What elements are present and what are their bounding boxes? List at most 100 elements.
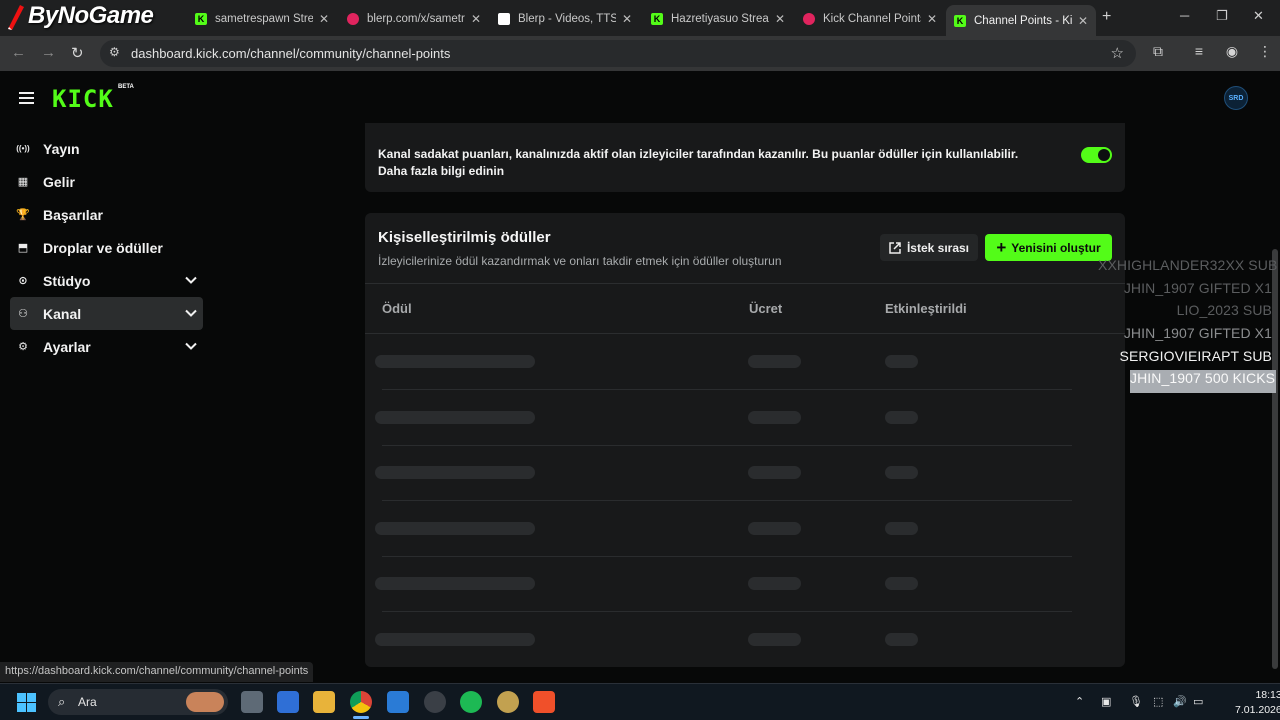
battery-icon[interactable]: ▭ bbox=[1193, 695, 1203, 708]
tray-app-icon[interactable]: ▣ bbox=[1101, 695, 1111, 708]
extensions-icon[interactable]: ⧉ bbox=[1149, 43, 1167, 61]
back-button[interactable]: ← bbox=[11, 44, 26, 61]
loyalty-info-text: Kanal sadakat puanları, kanalınızda akti… bbox=[378, 146, 1018, 180]
league-icon[interactable] bbox=[497, 691, 519, 713]
custom-rewards-card: Kişiselleştirilmiş ödüller İzleyicilerin… bbox=[365, 213, 1125, 667]
loyalty-info-card: Kanal sadakat puanları, kanalınızda akti… bbox=[365, 123, 1125, 192]
enabled-placeholder bbox=[885, 521, 918, 535]
watermark: ByNoGame bbox=[4, 2, 154, 31]
browser-tab[interactable]: Kick Channel Points | ✕ bbox=[795, 5, 945, 32]
profile-icon[interactable]: ◉ bbox=[1223, 43, 1241, 61]
browser-tab[interactable]: Ksametrespawn Stream ✕ bbox=[187, 5, 337, 32]
tab-title: Channel Points - Kick bbox=[974, 14, 1072, 27]
browser-tab[interactable]: blerp.com/x/sametre ✕ bbox=[339, 5, 489, 32]
forward-button[interactable]: → bbox=[41, 44, 56, 61]
media-control-icon[interactable]: ≡ bbox=[1190, 43, 1208, 61]
cost-placeholder bbox=[748, 633, 801, 646]
stream-events-overlay: XXHIGHLANDER32XX SUB JHIN_1907 GIFTED X1 L… bbox=[1098, 257, 1277, 394]
photos-icon[interactable] bbox=[387, 691, 409, 713]
learn-more-link[interactable]: Daha fazla bilgi edinin bbox=[378, 163, 1018, 180]
hamburger-menu-icon[interactable] bbox=[19, 92, 34, 104]
drops-icon: ⬒ bbox=[17, 242, 29, 254]
cost-placeholder bbox=[748, 521, 801, 535]
close-tab-icon[interactable]: ✕ bbox=[319, 12, 329, 26]
request-queue-button[interactable]: İstek sırası bbox=[880, 234, 978, 261]
volume-icon[interactable]: 🔊 bbox=[1173, 695, 1187, 708]
site-info-icon[interactable]: ⚙ bbox=[109, 45, 120, 59]
sidebar-item-broadcast[interactable]: ((•)) Yayın bbox=[10, 132, 203, 165]
omnibox[interactable]: ⚙ dashboard.kick.com/channel/community/c… bbox=[100, 40, 1136, 67]
menu-kebab-icon[interactable]: ⋮ bbox=[1256, 43, 1274, 61]
kick-logo[interactable]: KICK bbox=[52, 85, 114, 113]
sidebar-item-channel[interactable]: ⚇ Kanal bbox=[10, 297, 203, 330]
microphone-icon[interactable]: 🎙 bbox=[1129, 695, 1143, 708]
broadcast-icon: ((•)) bbox=[16, 144, 30, 153]
browser-tab[interactable]: K Hazretiyasuo Stream ✕ bbox=[643, 5, 793, 32]
bookmark-star-icon[interactable]: ☆ bbox=[1111, 44, 1124, 62]
enabled-placeholder bbox=[885, 577, 918, 591]
sidebar-item-drops[interactable]: ⬒ Droplar ve ödüller bbox=[10, 231, 203, 264]
overlay-event: JHIN_1907 500 KICKS bbox=[1130, 370, 1276, 394]
cost-placeholder bbox=[748, 355, 801, 368]
restore-button[interactable]: ❐ bbox=[1216, 8, 1228, 24]
reload-button[interactable]: ↻ bbox=[71, 44, 84, 62]
close-tab-icon[interactable]: ✕ bbox=[775, 12, 785, 26]
enabled-placeholder bbox=[885, 633, 918, 646]
enabled-placeholder bbox=[885, 466, 918, 480]
windows-start-icon[interactable] bbox=[17, 693, 36, 712]
table-row bbox=[365, 391, 1125, 447]
avatar[interactable]: SRD bbox=[1224, 86, 1248, 110]
reward-placeholder bbox=[375, 633, 535, 646]
overlay-event: JHIN_1907 GIFTED X1 bbox=[1123, 279, 1272, 296]
browser-tab[interactable]: K Channel Points - Kick ✕ bbox=[946, 5, 1096, 36]
file-explorer-icon[interactable] bbox=[313, 691, 335, 713]
sidebar-nav: ((•)) Yayın ▦ Gelir 🏆 Başarılar ⬒ Droplar ve öd… bbox=[10, 132, 203, 363]
divider bbox=[365, 283, 1125, 284]
sidebar-item-label: Ayarlar bbox=[43, 338, 91, 355]
brave-icon[interactable] bbox=[533, 691, 555, 713]
sidebar-item-label: Yayın bbox=[43, 140, 80, 157]
sidebar-item-revenue[interactable]: ▦ Gelir bbox=[10, 165, 203, 198]
column-header-enabled: Etkinleştirildi bbox=[885, 301, 967, 316]
reward-placeholder bbox=[375, 410, 535, 424]
sidebar-item-trophy[interactable]: 🏆 Başarılar bbox=[10, 198, 203, 231]
sidebar-item-label: Kanal bbox=[43, 305, 82, 322]
sidebar-item-label: Stüdyo bbox=[43, 272, 91, 289]
tab-title: Kick Channel Points | bbox=[823, 12, 921, 25]
close-tab-icon[interactable]: ✕ bbox=[927, 12, 937, 26]
chevron-down-icon[interactable] bbox=[185, 307, 197, 319]
store-icon[interactable] bbox=[277, 691, 299, 713]
blerp-icon bbox=[803, 12, 815, 25]
minimize-button[interactable]: ─ bbox=[1180, 8, 1189, 23]
system-clock[interactable]: 18:13 7.01.2026 bbox=[1235, 688, 1280, 718]
display-icon[interactable]: ⬚ bbox=[1153, 695, 1163, 708]
column-header-cost: Ücret bbox=[749, 301, 783, 316]
close-tab-icon[interactable]: ✕ bbox=[471, 12, 481, 26]
revenue-icon: ▦ bbox=[17, 176, 29, 188]
channel-points-toggle[interactable] bbox=[1081, 147, 1112, 163]
chrome-icon[interactable] bbox=[350, 691, 372, 719]
close-window-button[interactable]: ✕ bbox=[1253, 8, 1264, 24]
chevron-down-icon[interactable] bbox=[185, 274, 197, 286]
create-new-reward-button[interactable]: + Yenisini oluştur bbox=[985, 234, 1112, 261]
close-tab-icon[interactable]: ✕ bbox=[622, 12, 632, 26]
task-view-icon[interactable] bbox=[241, 691, 263, 713]
taskbar-search[interactable]: ⌕ Ara bbox=[48, 689, 228, 715]
new-tab-button[interactable]: + bbox=[1102, 8, 1111, 26]
url-text[interactable]: dashboard.kick.com/channel/community/cha… bbox=[131, 46, 450, 61]
channel-icon: ⚇ bbox=[18, 308, 28, 320]
browser-tab[interactable]: Blerp - Videos, TTS, M ✕ bbox=[490, 5, 640, 32]
chevron-down-icon[interactable] bbox=[185, 340, 197, 352]
kick-icon: K bbox=[651, 12, 663, 25]
beta-badge: BETA bbox=[118, 84, 134, 90]
tray-chevron-icon[interactable]: ⌃ bbox=[1075, 695, 1084, 708]
sidebar-item-settings[interactable]: ⚙ Ayarlar bbox=[10, 330, 203, 363]
spotify-icon[interactable] bbox=[460, 691, 482, 713]
trophy-icon: 🏆 bbox=[16, 209, 30, 221]
sidebar-item-studio[interactable]: ⊙ Stüdyo bbox=[10, 264, 203, 297]
obs-icon[interactable] bbox=[424, 691, 446, 713]
table-row bbox=[365, 446, 1125, 502]
pen-logo-icon bbox=[8, 4, 24, 30]
close-tab-icon[interactable]: ✕ bbox=[1078, 14, 1088, 28]
cost-placeholder bbox=[748, 410, 801, 424]
